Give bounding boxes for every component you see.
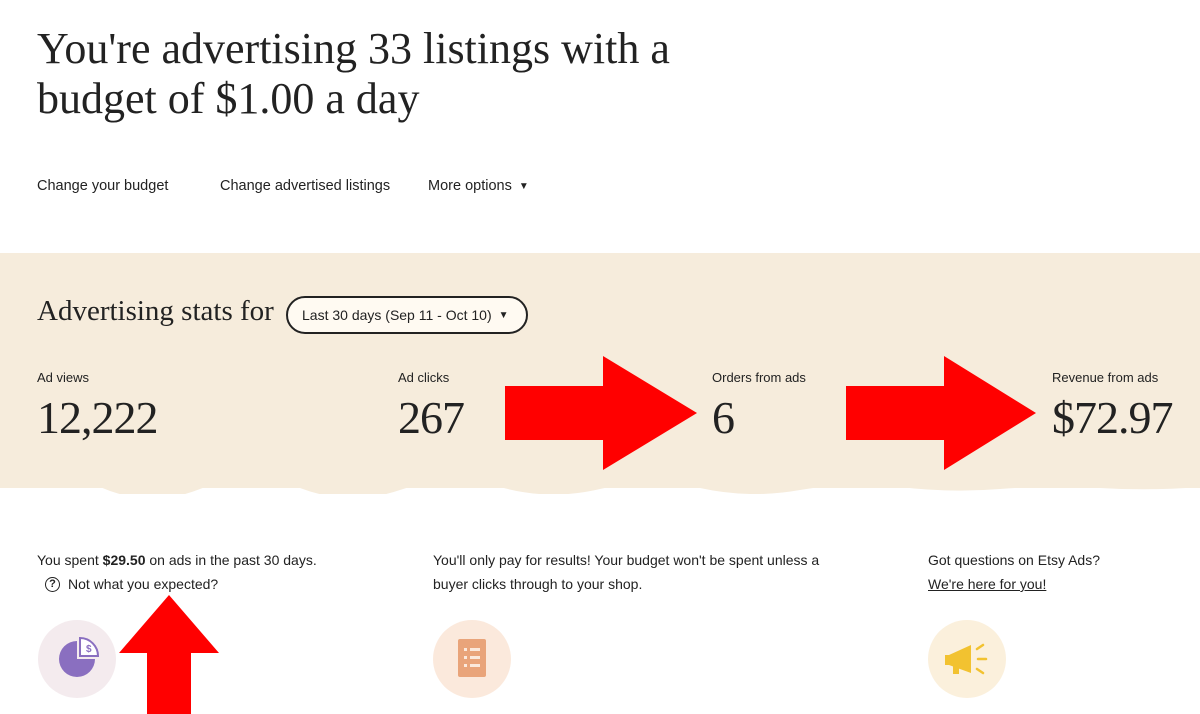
spend-summary: You spent $29.50 on ads in the past 30 d… — [37, 552, 317, 568]
stat-value-ad-clicks: 267 — [398, 392, 465, 443]
caret-down-icon: ▼ — [518, 181, 529, 192]
stat-label-revenue: Revenue from ads — [1052, 370, 1159, 385]
stat-label-ad-views: Ad views — [37, 370, 90, 385]
spent-amount: $29.50 — [102, 552, 146, 568]
pay-results-line: You'll only pay for results! Your budget… — [433, 552, 820, 568]
questions-text: Got questions on Etsy Ads? — [928, 552, 1100, 568]
here-for-you-link[interactable]: We're here for you! — [928, 572, 1100, 596]
not-expected-link[interactable]: ? Not what you expected? — [45, 572, 317, 596]
stat-label-orders: Orders from ads — [712, 370, 806, 385]
pay-results-info: You'll only pay for results! Your budget… — [433, 548, 819, 596]
annotation-arrow-right-icon — [846, 356, 1036, 470]
caret-down-icon: ▼ — [498, 309, 509, 321]
stat-value-orders: 6 — [712, 392, 735, 443]
questions-info: Got questions on Etsy Ads? We're here fo… — [928, 548, 1100, 596]
document-list-icon — [433, 620, 511, 698]
megaphone-icon — [928, 620, 1006, 698]
stat-label-ad-clicks: Ad clicks — [398, 370, 450, 385]
change-budget-link[interactable]: Change your budget — [37, 178, 168, 194]
change-listings-link[interactable]: Change advertised listings — [220, 178, 390, 194]
spend-info: You spent $29.50 on ads in the past 30 d… — [37, 548, 317, 596]
annotation-arrow-right-icon — [505, 356, 697, 470]
stats-title: Advertising stats for — [37, 295, 274, 327]
help-circle-icon: ? — [45, 576, 60, 592]
stat-value-revenue: $72.97 — [1052, 392, 1173, 443]
page-title: You're advertising 33 listings with a bu… — [37, 24, 670, 123]
more-options-dropdown[interactable]: More options ▼ — [428, 178, 529, 194]
not-expected-label: Not what you expected? — [68, 576, 219, 592]
date-range-select[interactable]: Last 30 days (Sep 11 - Oct 10) ▼ — [286, 296, 528, 334]
more-options-label: More options — [428, 178, 512, 194]
svg-text:$: $ — [86, 644, 92, 655]
torn-edge-decoration — [0, 482, 1200, 494]
pay-results-line: buyer clicks through to your shop. — [433, 576, 643, 592]
date-range-label: Last 30 days (Sep 11 - Oct 10) — [302, 307, 492, 323]
annotation-arrow-up-icon — [119, 595, 219, 714]
action-bar: Change your budget Change advertised lis… — [0, 178, 700, 198]
stat-value-ad-views: 12,222 — [37, 392, 158, 443]
pie-chart-dollar-icon: $ — [38, 620, 116, 698]
